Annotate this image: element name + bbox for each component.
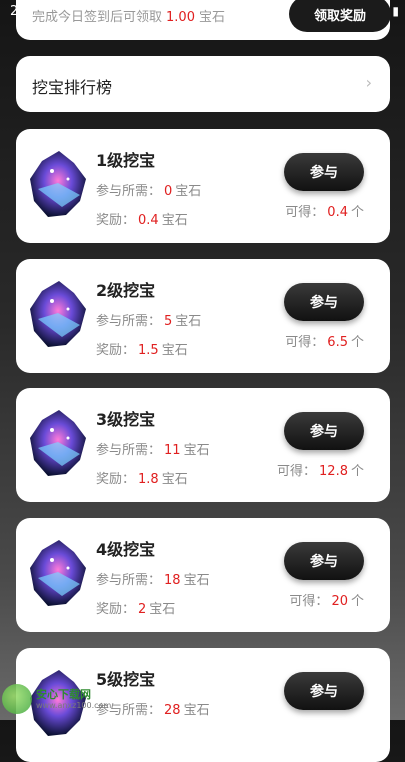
checkin-note: 完成今日签到后可领取 1.00 宝石 [32, 10, 225, 25]
join-button[interactable]: 参与 [284, 153, 364, 191]
required-line: 参与所需： 18 宝石 [96, 573, 210, 588]
obtainable-line: 可得： 6.5 个 [285, 335, 364, 350]
watermark-logo-icon [2, 684, 32, 714]
battery-icon: ▮ [392, 4, 399, 18]
join-button[interactable]: 参与 [284, 672, 364, 710]
reward-line: 奖励： 0.4 宝石 [96, 213, 188, 228]
dig-level-card: 4级挖宝 参与所需： 18 宝石 奖励： 2 宝石 参与 可得： 20 个 [16, 518, 390, 632]
level-title: 4级挖宝 [96, 540, 156, 559]
required-line: 参与所需： 0 宝石 [96, 184, 202, 199]
level-title: 2级挖宝 [96, 281, 156, 300]
claim-reward-button[interactable]: 领取奖励 [289, 0, 391, 32]
treasure-gem-icon [30, 151, 86, 217]
level-title: 1级挖宝 [96, 151, 156, 170]
watermark-name: 安心下载网 [36, 687, 91, 701]
treasure-gem-icon [30, 410, 86, 476]
chevron-right-icon: › [365, 73, 372, 92]
required-line: 参与所需： 11 宝石 [96, 443, 210, 458]
obtainable-line: 可得： 20 个 [289, 594, 364, 609]
watermark-site: www.anxz100.com [36, 700, 112, 710]
dig-level-card: 3级挖宝 参与所需： 11 宝石 奖励： 1.8 宝石 参与 可得： 12.8 个 [16, 388, 390, 502]
treasure-gem-icon [30, 540, 86, 606]
reward-line: 奖励： 1.5 宝石 [96, 343, 188, 358]
ranking-label: 挖宝排行榜 [32, 78, 113, 97]
dig-level-card: 1级挖宝 参与所需： 0 宝石 奖励： 0.4 宝石 参与 可得： 0.4 个 [16, 129, 390, 243]
level-title: 3级挖宝 [96, 410, 156, 429]
reward-line: 奖励： 1.8 宝石 [96, 472, 188, 487]
join-button[interactable]: 参与 [284, 283, 364, 321]
dig-level-card: 2级挖宝 参与所需： 5 宝石 奖励： 1.5 宝石 参与 可得： 6.5 个 [16, 259, 390, 373]
join-button[interactable]: 参与 [284, 542, 364, 580]
required-line: 参与所需： 5 宝石 [96, 314, 202, 329]
ranking-card[interactable]: 挖宝排行榜 › [16, 56, 390, 112]
watermark: 安心下载网 www.anxz100.com [2, 682, 122, 716]
checkin-amount: 1.00 [166, 10, 195, 25]
obtainable-line: 可得： 12.8 个 [277, 464, 364, 479]
treasure-gem-icon [30, 281, 86, 347]
obtainable-line: 可得： 0.4 个 [285, 205, 364, 220]
join-button[interactable]: 参与 [284, 412, 364, 450]
reward-line: 奖励： 2 宝石 [96, 602, 176, 617]
